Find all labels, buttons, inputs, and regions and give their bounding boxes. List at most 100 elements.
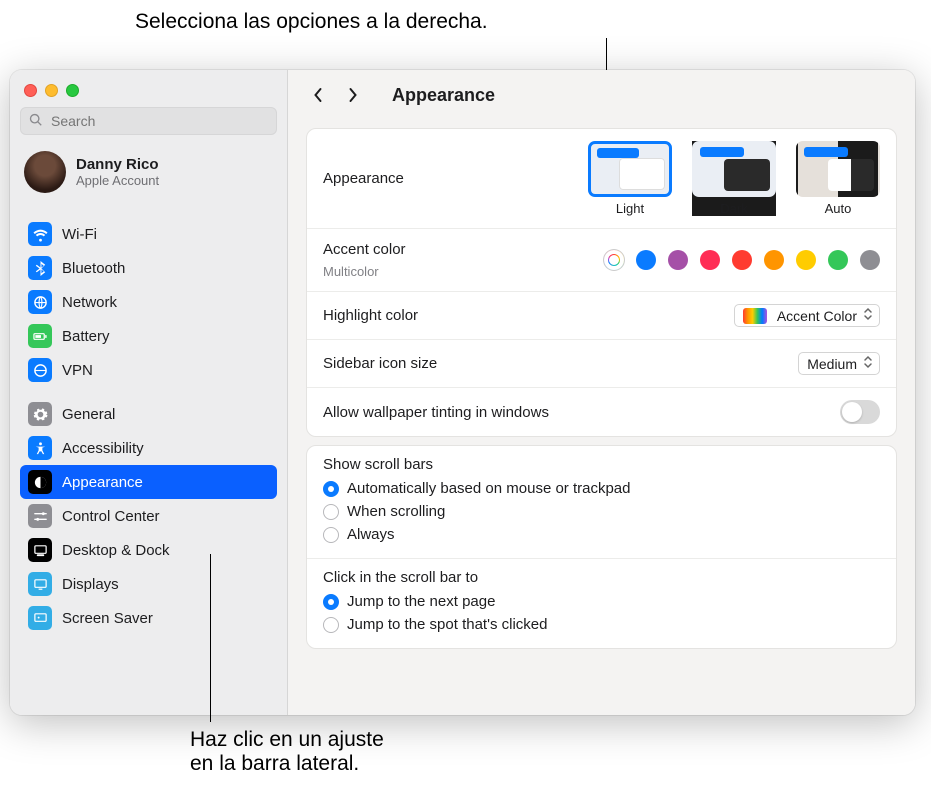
appearance-label: Appearance	[323, 170, 404, 187]
accessibility-icon	[28, 436, 52, 460]
highlight-swatch-icon	[743, 308, 767, 324]
theme-label: Dark	[720, 201, 747, 216]
scrollbars-always-radio[interactable]: Always	[323, 523, 880, 546]
accent-green[interactable]	[828, 250, 848, 270]
search-icon	[29, 113, 49, 130]
bluetooth-icon	[28, 256, 52, 280]
avatar	[24, 151, 66, 193]
highlight-value: Accent Color	[777, 308, 857, 324]
account-row[interactable]: Danny Rico Apple Account	[10, 145, 287, 207]
scrollbars-auto-radio[interactable]: Automatically based on mouse or trackpad	[323, 477, 880, 500]
sidebar-item-desktop-dock[interactable]: Desktop & Dock	[20, 533, 277, 567]
radio-label: Automatically based on mouse or trackpad	[347, 480, 630, 497]
sidebar-item-wifi[interactable]: Wi‑Fi	[20, 217, 277, 251]
sidebar-item-network[interactable]: Network	[20, 285, 277, 319]
battery-icon	[28, 324, 52, 348]
sidebar-item-label: Wi‑Fi	[62, 226, 97, 243]
sidebar-item-screen-saver[interactable]: Screen Saver	[20, 601, 277, 635]
sidebar: Danny Rico Apple Account Wi‑Fi Bluetooth…	[10, 70, 288, 715]
radio-label: Jump to the spot that's clicked	[347, 616, 547, 633]
maximize-button[interactable]	[66, 84, 79, 97]
theme-auto[interactable]: Auto	[796, 141, 880, 216]
accent-label: Accent color	[323, 241, 406, 258]
sidebar-item-label: Displays	[62, 576, 119, 593]
wallpaper-tinting-label: Allow wallpaper tinting in windows	[323, 404, 549, 421]
screen-saver-icon	[28, 606, 52, 630]
highlight-label: Highlight color	[323, 307, 418, 324]
settings-window: Danny Rico Apple Account Wi‑Fi Bluetooth…	[10, 70, 915, 715]
sidebar-item-control-center[interactable]: Control Center	[20, 499, 277, 533]
sidebar-item-battery[interactable]: Battery	[20, 319, 277, 353]
gear-icon	[28, 402, 52, 426]
sidebar-item-label: Network	[62, 294, 117, 311]
sidebar-item-label: Screen Saver	[62, 610, 153, 627]
accent-multicolor[interactable]	[604, 250, 624, 270]
accent-graphite[interactable]	[860, 250, 880, 270]
sidebar-item-label: Control Center	[62, 508, 160, 525]
sidebar-list: Wi‑Fi Bluetooth Network Battery VPN	[10, 207, 287, 645]
sidebar-item-label: Desktop & Dock	[62, 542, 170, 559]
radio-label: Always	[347, 526, 395, 543]
toolbar: Appearance	[288, 70, 915, 120]
sidebar-item-label: Bluetooth	[62, 260, 125, 277]
accent-pink[interactable]	[700, 250, 720, 270]
chevron-updown-icon	[863, 307, 873, 324]
minimize-button[interactable]	[45, 84, 58, 97]
vpn-icon	[28, 358, 52, 382]
sidebar-icon-size-value: Medium	[807, 356, 857, 372]
account-sub: Apple Account	[76, 173, 159, 188]
sidebar-item-displays[interactable]: Displays	[20, 567, 277, 601]
accent-sublabel: Multicolor	[323, 264, 406, 279]
close-button[interactable]	[24, 84, 37, 97]
accent-orange[interactable]	[764, 250, 784, 270]
search-field[interactable]	[20, 107, 277, 135]
page-title: Appearance	[392, 85, 495, 106]
theme-dark[interactable]: Dark	[692, 141, 776, 216]
accent-blue[interactable]	[636, 250, 656, 270]
globe-icon	[28, 290, 52, 314]
dock-icon	[28, 538, 52, 562]
scrollbars-scrolling-radio[interactable]: When scrolling	[323, 500, 880, 523]
forward-button[interactable]	[340, 83, 364, 107]
window-controls	[10, 80, 287, 107]
callout-bottom: Haz clic en un ajuste en la barra latera…	[190, 728, 384, 776]
highlight-select[interactable]: Accent Color	[734, 304, 880, 327]
appearance-icon	[28, 470, 52, 494]
highlight-row: Highlight color Accent Color	[307, 291, 896, 339]
callout-top: Selecciona las opciones a la derecha.	[135, 10, 488, 34]
theme-light[interactable]: Light	[588, 141, 672, 216]
accent-row: Accent color Multicolor	[307, 228, 896, 291]
sidebar-item-bluetooth[interactable]: Bluetooth	[20, 251, 277, 285]
radio-icon	[323, 481, 339, 497]
sidebar-icon-size-select[interactable]: Medium	[798, 352, 880, 375]
theme-label: Auto	[825, 201, 852, 216]
sidebar-item-appearance[interactable]: Appearance	[20, 465, 277, 499]
sidebar-item-general[interactable]: General	[20, 397, 277, 431]
back-button[interactable]	[306, 83, 330, 107]
sidebar-icon-size-label: Sidebar icon size	[323, 355, 437, 372]
radio-icon	[323, 617, 339, 633]
account-name: Danny Rico	[76, 156, 159, 173]
sliders-icon	[28, 504, 52, 528]
accent-yellow[interactable]	[796, 250, 816, 270]
sidebar-item-label: Accessibility	[62, 440, 144, 457]
wifi-icon	[28, 222, 52, 246]
scrollclick-spot-radio[interactable]: Jump to the spot that's clicked	[323, 613, 880, 636]
sidebar-icon-size-row: Sidebar icon size Medium	[307, 339, 896, 387]
sidebar-item-vpn[interactable]: VPN	[20, 353, 277, 387]
chevron-updown-icon	[863, 355, 873, 372]
scrollclick-nextpage-radio[interactable]: Jump to the next page	[323, 590, 880, 613]
sidebar-item-label: Appearance	[62, 474, 143, 491]
display-icon	[28, 572, 52, 596]
sidebar-item-label: General	[62, 406, 115, 423]
radio-icon	[323, 504, 339, 520]
accent-red[interactable]	[732, 250, 752, 270]
radio-icon	[323, 527, 339, 543]
radio-icon	[323, 594, 339, 610]
search-input[interactable]	[49, 112, 268, 130]
wallpaper-tinting-toggle[interactable]	[840, 400, 880, 424]
wallpaper-tinting-row: Allow wallpaper tinting in windows	[307, 387, 896, 436]
theme-label: Light	[616, 201, 644, 216]
accent-purple[interactable]	[668, 250, 688, 270]
sidebar-item-accessibility[interactable]: Accessibility	[20, 431, 277, 465]
